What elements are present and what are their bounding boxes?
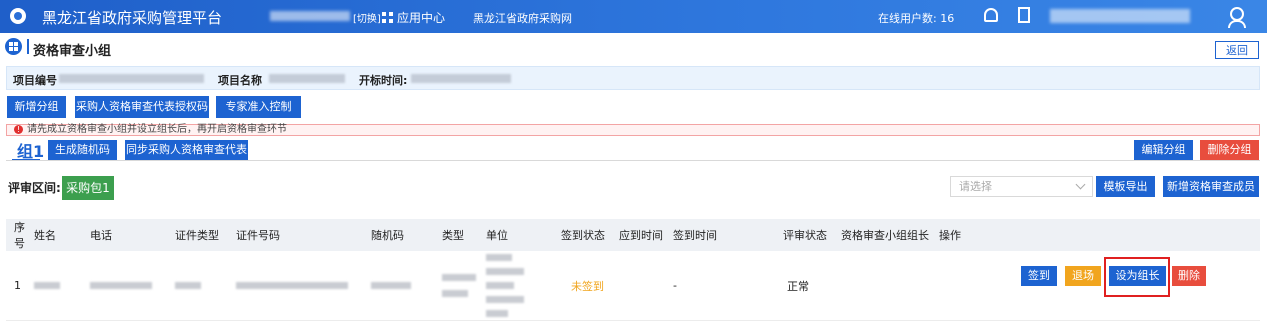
grid-icon: [382, 12, 393, 23]
cell-expected-time: [619, 251, 673, 321]
project-number-value: [59, 74, 204, 83]
user-info-redacted: [1050, 9, 1190, 23]
back-button[interactable]: 返回: [1215, 41, 1259, 59]
alert-text: 请先成立资格审查小组并设立组长后，再开启资格审查环节: [27, 124, 287, 135]
cell-sign-time: -: [673, 251, 783, 321]
col-id-type: 证件类型: [175, 219, 236, 251]
col-id-number: 证件号码: [236, 219, 371, 251]
expert-access-button[interactable]: 专家准入控制: [216, 96, 301, 118]
delete-group-button[interactable]: 删除分组: [1200, 140, 1259, 160]
alert-message: ! 请先成立资格审查小组并设立组长后，再开启资格审查环节: [6, 124, 1260, 136]
template-export-button[interactable]: 模板导出: [1096, 176, 1155, 197]
col-random-code: 随机码: [371, 219, 442, 251]
generate-random-code-button[interactable]: 生成随机码: [48, 140, 117, 160]
col-name: 姓名: [34, 219, 90, 251]
cell-unit: [486, 251, 561, 321]
package-select[interactable]: 请选择: [950, 176, 1093, 197]
col-index: 序号: [6, 219, 34, 251]
bell-icon[interactable]: [984, 8, 998, 22]
col-type: 类型: [442, 219, 486, 251]
cell-index: 1: [6, 251, 34, 321]
col-phone: 电话: [90, 219, 175, 251]
exclamation-icon: !: [14, 125, 23, 134]
user-icon[interactable]: [1228, 7, 1246, 28]
online-users-count: 在线用户数: 16: [878, 12, 955, 25]
col-review-status: 评审状态: [783, 219, 841, 251]
apps-icon: [5, 38, 22, 55]
sync-rep-button[interactable]: 同步采购人资格审查代表: [125, 140, 248, 160]
app-center-link[interactable]: 应用中心: [382, 9, 445, 26]
col-sign-status: 签到状态: [561, 219, 619, 251]
current-user-org-redacted: [270, 11, 350, 21]
platform-title: 黑龙江省政府采购管理平台: [42, 9, 223, 27]
cell-name: [34, 251, 90, 321]
document-icon[interactable]: [1018, 7, 1030, 23]
highlight-box: [1104, 257, 1170, 297]
new-group-button[interactable]: 新增分组: [7, 96, 66, 118]
page-header: 资格审查小组: [0, 36, 1267, 60]
cell-review-status: 正常: [783, 251, 841, 321]
app-center-label: 应用中心: [397, 11, 446, 25]
project-name-value: [269, 74, 345, 83]
col-operations: 操作: [939, 219, 1260, 251]
delete-member-button[interactable]: 删除: [1172, 266, 1206, 286]
cell-id-type: [175, 251, 236, 321]
cell-id-number: [236, 251, 371, 321]
chevron-down-icon: [1075, 179, 1086, 190]
cell-random-code: [371, 251, 442, 321]
col-sign-time: 签到时间: [673, 219, 783, 251]
title-divider: [27, 39, 29, 54]
cell-phone: [90, 251, 175, 321]
select-placeholder: 请选择: [959, 180, 992, 193]
project-info-bar: 项目编号 项目名称 开标时间:: [6, 66, 1260, 90]
open-time-value: [411, 74, 511, 83]
withdraw-button[interactable]: 退场: [1065, 266, 1101, 286]
open-time-label: 开标时间:: [359, 74, 408, 87]
procurement-network-link[interactable]: 黑龙江省政府采购网: [473, 10, 572, 26]
platform-logo-icon: [10, 8, 26, 24]
add-member-button[interactable]: 新增资格审查成员: [1163, 176, 1259, 197]
review-range-label: 评审区间:: [8, 181, 61, 195]
col-expected-time: 应到时间: [619, 219, 673, 251]
authorize-rep-button[interactable]: 采购人资格审查代表授权码: [75, 96, 209, 118]
cell-type: [442, 251, 486, 321]
cell-group-leader: [841, 251, 939, 321]
page-title: 资格审查小组: [33, 44, 112, 59]
top-navigation-bar: 黑龙江省政府采购管理平台 [切换] 应用中心 黑龙江省政府采购网 在线用户数: …: [0, 0, 1267, 33]
edit-group-button[interactable]: 编辑分组: [1134, 140, 1193, 160]
switch-link[interactable]: [切换]: [353, 10, 381, 25]
col-group-leader: 资格审查小组组长: [841, 219, 939, 251]
project-name-label: 项目名称: [218, 74, 262, 87]
tab-divider: [6, 160, 1260, 161]
col-unit: 单位: [486, 219, 561, 251]
project-number-label: 项目编号: [13, 74, 57, 87]
cell-sign-status: 未签到: [561, 251, 619, 321]
sign-in-button[interactable]: 签到: [1021, 266, 1057, 286]
package-button[interactable]: 采购包1: [62, 176, 114, 200]
table-header-row: 序号 姓名 电话 证件类型 证件号码 随机码 类型 单位 签到状态 应到时间 签…: [6, 219, 1260, 251]
